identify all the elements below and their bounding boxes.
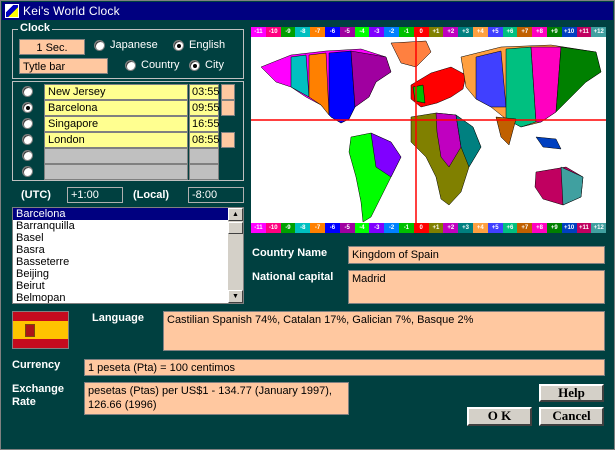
scroll-thumb[interactable]: [228, 222, 243, 234]
list-item[interactable]: Basseterre: [13, 256, 229, 268]
city-time-field: 09:55: [189, 100, 220, 116]
help-button[interactable]: Help: [539, 384, 604, 402]
city-row-radio[interactable]: [22, 134, 33, 145]
timezone-band: -7: [310, 223, 325, 233]
exchange-label: Exchange: [12, 383, 64, 395]
city-time-field: 16:55: [189, 116, 220, 132]
city-name-field[interactable]: Singapore: [44, 116, 188, 132]
national-capital-label: National capital: [252, 271, 334, 283]
display-mode-field[interactable]: Tytle bar: [19, 58, 108, 74]
country-name-field: Kingdom of Spain: [348, 246, 605, 264]
timezone-band: +7: [517, 223, 533, 233]
language-label: Language: [92, 312, 144, 324]
city-row-radio[interactable]: [22, 102, 33, 113]
city-row-radio[interactable]: [22, 150, 33, 161]
language-field: Castilian Spanish 74%, Catalan 17%, Gali…: [163, 311, 605, 351]
lang-japanese-radio[interactable]: [94, 40, 105, 51]
timezone-band: -3: [369, 223, 385, 233]
city-name-field[interactable]: [44, 164, 188, 180]
timezone-band: +6: [502, 223, 518, 233]
country-flag: [12, 311, 69, 349]
timezone-band: -4: [354, 223, 370, 233]
timezone-band: -8: [295, 223, 311, 233]
timezone-band: -1: [398, 223, 414, 233]
timezone-band: 0: [413, 223, 429, 233]
city-time-field: 03:55: [189, 84, 220, 100]
timezone-band: +11: [576, 223, 592, 233]
world-clock-window: Kei's World Clock Clock 1 Sec. Japanese …: [0, 0, 615, 450]
city-listbox[interactable]: Barcelona Barranquilla Basel Basra Basse…: [12, 207, 244, 304]
city-time-field: [189, 164, 219, 180]
country-radio[interactable]: [125, 60, 136, 71]
list-item[interactable]: Barranquilla: [13, 220, 229, 232]
city-row-radio[interactable]: [22, 166, 33, 177]
timezone-band: +3: [458, 223, 473, 233]
scroll-up-icon[interactable]: ▲: [228, 208, 243, 221]
city-flag-box: [221, 132, 235, 148]
timezone-band: -2: [384, 223, 399, 233]
city-time-field: [189, 148, 219, 164]
world-map-graphic: [251, 37, 606, 223]
timezone-band: -10: [265, 223, 281, 233]
timezone-band: +5: [487, 223, 503, 233]
timezone-band: +9: [546, 223, 562, 233]
country-label[interactable]: Country: [141, 59, 180, 71]
city-name-field[interactable]: [44, 148, 188, 164]
utc-offset-field: +1:00: [67, 187, 123, 203]
timezone-band: -9: [280, 223, 296, 233]
city-flag-box: [221, 116, 235, 132]
timezone-band: +8: [532, 223, 547, 233]
clock-group-label: Clock: [18, 22, 52, 34]
exchange-rate-label: Rate: [12, 396, 36, 408]
lang-english-label[interactable]: English: [189, 39, 225, 51]
world-map[interactable]: -11 -10 -9 -8 -7 -6 -5 -4 -3 -2 -1 0 +1 +2 +3 +4 +5 +6 +7 +…: [251, 27, 606, 233]
city-radio[interactable]: [189, 60, 200, 71]
timezone-band: +2: [443, 223, 459, 233]
currency-label: Currency: [12, 359, 61, 371]
timezone-band: +12: [591, 223, 606, 233]
app-icon: [5, 4, 19, 18]
list-item[interactable]: Barcelona: [13, 208, 229, 220]
list-item[interactable]: Beijing: [13, 268, 229, 280]
local-label: (Local): [133, 189, 170, 201]
timezone-band: +1: [428, 223, 444, 233]
city-flag-box: [221, 100, 235, 116]
cancel-button[interactable]: Cancel: [539, 407, 604, 426]
city-flag-box: [221, 84, 235, 100]
city-row-radio[interactable]: [22, 118, 33, 129]
local-offset-field: -8:00: [188, 187, 244, 203]
coat-of-arms-icon: [25, 324, 35, 337]
lang-japanese-label[interactable]: Japanese: [110, 39, 158, 51]
city-name-field[interactable]: New Jersey: [44, 84, 188, 100]
city-time-field: 08:55: [189, 132, 220, 148]
city-name-field[interactable]: Barcelona: [44, 100, 188, 116]
listbox-scrollbar[interactable]: ▲ ▼: [228, 208, 243, 303]
interval-field[interactable]: 1 Sec.: [19, 39, 85, 55]
country-name-label: Country Name: [252, 247, 328, 259]
title-bar[interactable]: Kei's World Clock: [2, 2, 613, 20]
exchange-rate-field: pesetas (Ptas) per US$1 - 134.77 (Januar…: [84, 382, 349, 415]
list-item[interactable]: Basra: [13, 244, 229, 256]
utc-label: (UTC): [21, 189, 51, 201]
city-row-radio[interactable]: [22, 86, 33, 97]
scroll-down-icon[interactable]: ▼: [228, 290, 243, 303]
timezone-bar-bottom: -11 -10 -9 -8 -7 -6 -5 -4 -3 -2 -1 0 +1 +2 +3 +4 +5 +6 +7 +…: [251, 223, 606, 233]
capital-field: Madrid: [348, 270, 605, 304]
ok-button[interactable]: O K: [467, 407, 532, 426]
timezone-band: +10: [561, 223, 577, 233]
list-item[interactable]: Basel: [13, 232, 229, 244]
city-name-field[interactable]: London: [44, 132, 188, 148]
timezone-band: -11: [251, 223, 266, 233]
lang-english-radio[interactable]: [173, 40, 184, 51]
city-label[interactable]: City: [205, 59, 224, 71]
list-item[interactable]: Belmopan: [13, 292, 229, 303]
currency-field: 1 peseta (Pta) = 100 centimos: [84, 359, 605, 376]
window-title: Kei's World Clock: [23, 4, 120, 18]
timezone-band: +4: [472, 223, 488, 233]
timezone-band: -6: [324, 223, 340, 233]
timezone-band: -5: [339, 223, 355, 233]
list-item[interactable]: Beirut: [13, 280, 229, 292]
